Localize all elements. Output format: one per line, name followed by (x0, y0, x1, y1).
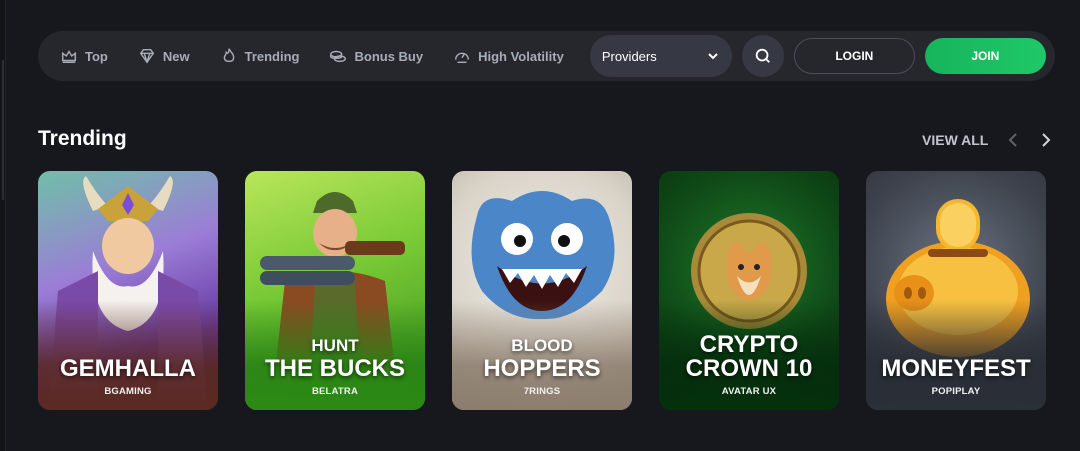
crown-icon (61, 50, 77, 64)
game-title: GEMHALLA (38, 357, 218, 381)
carousel-next-button[interactable] (1037, 130, 1055, 150)
diamond-icon (139, 48, 155, 64)
nav-item-new[interactable]: New (138, 47, 190, 65)
game-card[interactable]: CRYPTO CROWN 10 AVATAR UX (659, 171, 839, 410)
nav-item-high-volatility[interactable]: High Volatility (453, 47, 564, 65)
game-card[interactable]: HUNT THE BUCKS BELATRA (245, 171, 425, 410)
category-navbar: Top New Trending Bonus Buy High Volatili… (38, 31, 1055, 81)
game-carousel: GEMHALLA BGAMING HUNT THE BUCKS BELATRA (38, 171, 1046, 410)
login-button[interactable]: LOGIN (793, 38, 915, 74)
game-provider: 7RINGS (523, 386, 561, 397)
nav-item-trending[interactable]: Trending (220, 47, 300, 65)
game-provider: BELATRA (311, 386, 359, 397)
nav-item-label: High Volatility (478, 48, 564, 64)
game-provider: AVATAR UX (721, 386, 777, 397)
nav-item-top[interactable]: Top (60, 47, 108, 65)
game-card[interactable]: MONEYFEST POPIPLAY (866, 171, 1046, 410)
game-title: HUNT THE BUCKS (245, 337, 425, 381)
nav-item-label: Trending (244, 48, 300, 64)
game-title: CRYPTO CROWN 10 (659, 333, 839, 381)
game-provider: BGAMING (104, 386, 152, 397)
providers-dropdown[interactable]: Providers (589, 35, 732, 77)
game-title: MONEYFEST (866, 357, 1046, 381)
chevron-down-icon (708, 53, 718, 60)
coins-icon (330, 50, 347, 63)
search-button[interactable] (741, 35, 784, 77)
chevron-left-icon (1008, 133, 1017, 147)
nav-item-bonus-buy[interactable]: Bonus Buy (329, 47, 423, 65)
sidebar-scrollbar[interactable] (2, 60, 4, 200)
gauge-icon (455, 52, 470, 64)
left-sidebar-edge (0, 0, 6, 451)
flame-icon (223, 48, 234, 63)
nav-item-label: Bonus Buy (354, 48, 424, 64)
search-icon (755, 48, 770, 63)
nav-item-label: New (162, 48, 190, 64)
game-card[interactable]: BLOOD HOPPERS 7RINGS (452, 171, 632, 410)
game-title: BLOOD HOPPERS (452, 337, 632, 381)
game-card[interactable]: GEMHALLA BGAMING (38, 171, 218, 410)
game-title-big: THE BUCKS (264, 355, 405, 382)
game-title-small: BLOOD (511, 336, 573, 355)
chevron-right-icon (1042, 133, 1051, 147)
game-title-big: GEMHALLA (60, 355, 196, 382)
nav-item-label: Top (85, 48, 108, 64)
providers-label: Providers (601, 48, 657, 64)
view-all-link[interactable]: VIEW ALL (922, 132, 988, 148)
game-provider: POPIPLAY (931, 386, 981, 397)
game-title-big: CROWN 10 (685, 355, 813, 382)
section-title: Trending (38, 127, 127, 150)
game-title-small: CRYPTO (699, 331, 799, 358)
game-title-big: HOPPERS (483, 355, 601, 382)
game-title-small: HUNT (311, 336, 359, 355)
join-button[interactable]: JOIN (924, 38, 1046, 74)
carousel-prev-button[interactable] (1004, 130, 1022, 150)
game-title-big: MONEYFEST (881, 355, 1031, 382)
